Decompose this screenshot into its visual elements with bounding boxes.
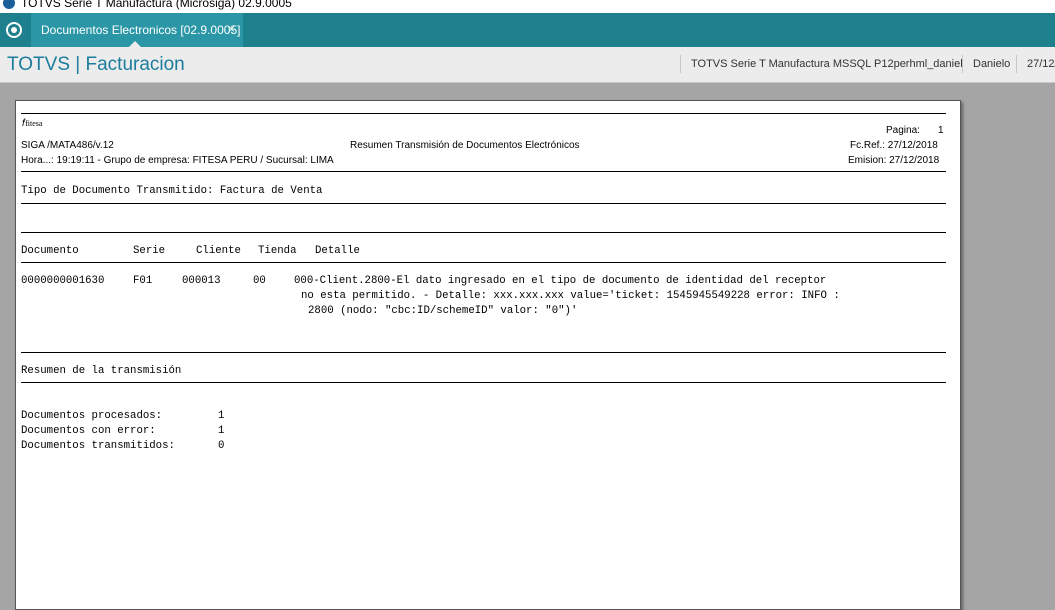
date-label: 27/12/: [1027, 58, 1055, 70]
cell-tienda: 00: [253, 275, 266, 287]
cell-documento: 0000000001630: [21, 275, 105, 287]
user-label: Danielo: [973, 58, 1011, 70]
header-divider: [962, 55, 963, 73]
summary-value-transmitidos: 0: [218, 440, 225, 452]
cell-detalle-line-2: no esta permitido. - Detalle: xxx.xxx.xx…: [301, 290, 840, 302]
summary-label-procesados: Documentos procesados:: [21, 410, 163, 422]
report-viewer[interactable]: 𝑓fitesa Pagina: 1 SIGA /MATA486/v.12 Res…: [0, 84, 1055, 610]
divider: [21, 262, 946, 263]
tab-bar: Documentos Electronicos [02.9.0005] ×: [0, 13, 1055, 48]
column-header-detalle: Detalle: [315, 245, 360, 257]
divider: [21, 171, 946, 172]
divider: [21, 352, 946, 353]
cell-serie: F01: [133, 275, 153, 287]
window-titlebar: TOTVS Serie T Manufactura (Microsiga) 02…: [0, 0, 1055, 13]
company-logo: 𝑓fitesa: [22, 118, 43, 129]
summary-label-transmitidos: Documentos transmitidos:: [21, 440, 175, 452]
close-icon[interactable]: ×: [228, 22, 235, 36]
app-icon: [3, 0, 15, 9]
column-header-cliente: Cliente: [196, 245, 241, 257]
hora-line: Hora...: 19:19:11 - Grupo de empresa: FI…: [21, 155, 334, 166]
header-bar: TOTVS | Facturacion TOTVS Serie T Manufa…: [0, 47, 1055, 83]
column-header-serie: Serie: [133, 245, 166, 257]
pagina-value: 1: [938, 125, 944, 136]
tab-documentos-electronicos[interactable]: Documentos Electronicos [02.9.0005] ×: [31, 13, 243, 48]
summary-label-error: Documentos con error:: [21, 425, 156, 437]
divider: [21, 203, 946, 204]
environment-label: TOTVS Serie T Manufactura MSSQL P12perhm…: [691, 58, 963, 70]
fc-ref: Fc.Ref.: 27/12/2018: [850, 140, 938, 151]
program-id: SIGA /MATA486/v.12: [21, 140, 114, 151]
divider: [21, 232, 946, 233]
column-header-tienda: Tienda: [258, 245, 297, 257]
summary-value-procesados: 1: [218, 410, 225, 422]
pagina-label: Pagina:: [886, 125, 920, 136]
report-page: 𝑓fitesa Pagina: 1 SIGA /MATA486/v.12 Res…: [15, 100, 961, 610]
cell-detalle-line-3: 2800 (nodo: "cbc:ID/schemeID" valor: "0"…: [308, 305, 578, 317]
window-title: TOTVS Serie T Manufactura (Microsiga) 02…: [21, 0, 292, 10]
divider: [21, 113, 946, 114]
cell-cliente: 000013: [182, 275, 221, 287]
header-divider: [1016, 55, 1017, 73]
summary-value-error: 1: [218, 425, 225, 437]
cell-detalle-line-1: 000-Client.2800-El dato ingresado en el …: [294, 275, 827, 287]
tab-label: Documentos Electronicos [02.9.0005]: [41, 23, 241, 37]
app-title: TOTVS | Facturacion: [7, 54, 185, 75]
tipo-documento: Tipo de Documento Transmitido: Factura d…: [21, 185, 323, 197]
resumen-title: Resumen de la transmisión: [21, 365, 182, 377]
totvs-logo-icon[interactable]: [6, 22, 22, 38]
emision: Emision: 27/12/2018: [848, 155, 940, 166]
header-divider: [680, 55, 681, 73]
divider: [21, 382, 946, 383]
column-header-documento: Documento: [21, 245, 79, 257]
report-title: Resumen Transmisión de Documentos Electr…: [350, 140, 580, 151]
